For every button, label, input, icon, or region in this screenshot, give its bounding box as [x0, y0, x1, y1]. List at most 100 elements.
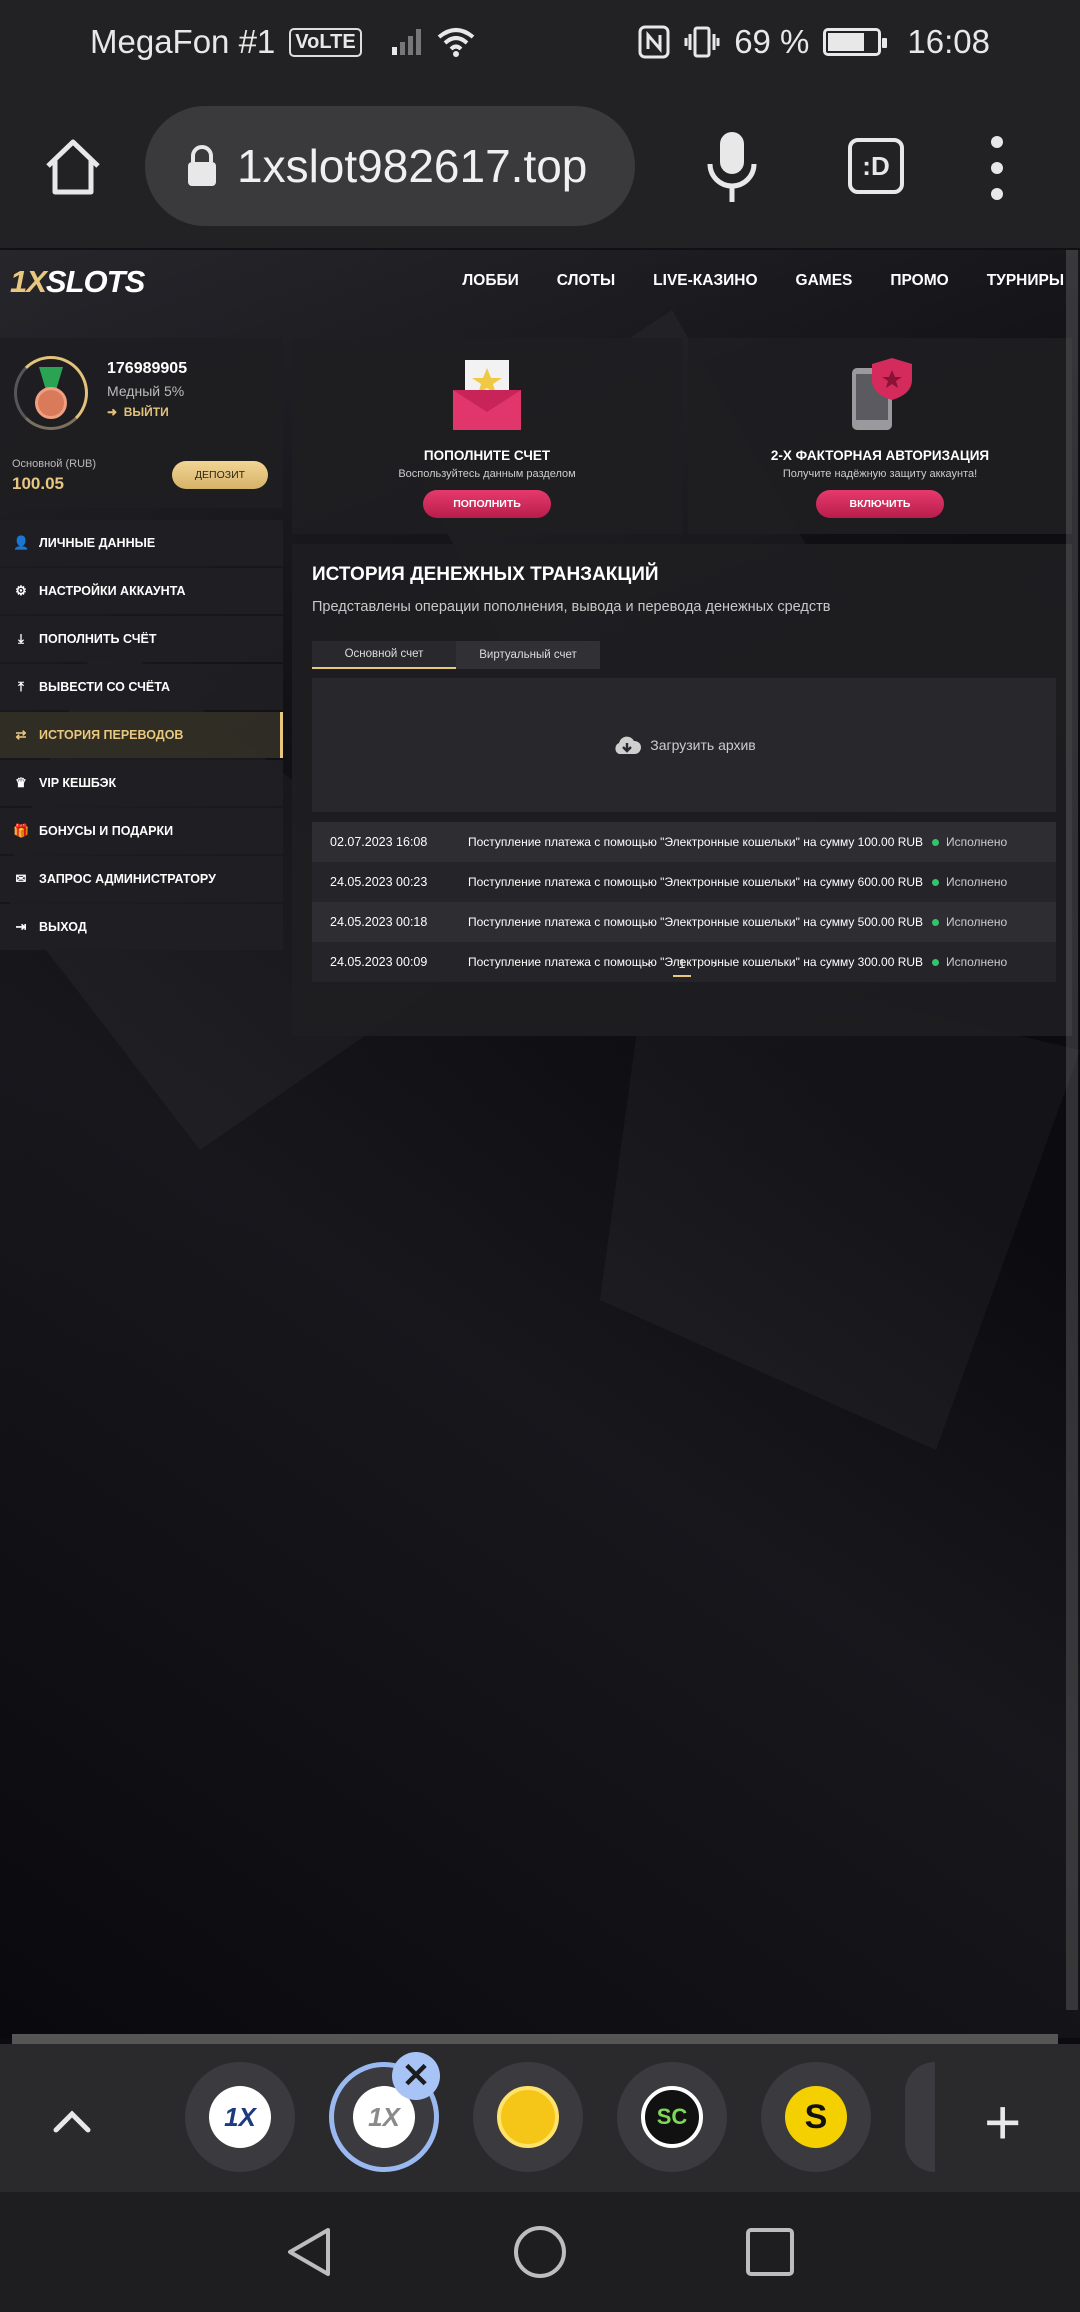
new-tab-button[interactable]: + [984, 2090, 1021, 2154]
enable-2fa-button[interactable]: ВКЛЮЧИТЬ [816, 490, 944, 518]
user-rank: Медный 5% [107, 383, 185, 399]
nav-slots[interactable]: СЛОТЫ [557, 272, 615, 290]
menu-item-admin-request[interactable]: ✉ ЗАПРОС АДМИНИСТРАТОРУ [0, 856, 283, 902]
menu-item-label: ИСТОРИЯ ПЕРЕВОДОВ [39, 728, 184, 742]
volte-badge: VoLTE [289, 27, 362, 57]
wifi-icon [437, 28, 474, 57]
tab-main-account[interactable]: Основной счет [312, 641, 456, 669]
tab-thumb-1x[interactable]: 1X [185, 2062, 295, 2172]
site-logo[interactable]: 1XSLOTS [10, 264, 145, 300]
menu-item-label: ЛИЧНЫЕ ДАННЫЕ [39, 536, 156, 550]
menu-item-label: ПОПОЛНИТЬ СЧЁТ [39, 632, 157, 646]
nfc-icon [638, 25, 670, 59]
nav-live-casino[interactable]: LIVE-КАЗИНО [653, 272, 757, 290]
deposit-card-subtitle: Воспользуйтесь данным разделом [398, 468, 576, 480]
two-factor-title: 2-Х ФАКТОРНАЯ АВТОРИЗАЦИЯ [770, 448, 990, 463]
signal-icon [391, 29, 421, 55]
menu-item-personal-data[interactable]: 👤 ЛИЧНЫЕ ДАННЫЕ [0, 520, 283, 566]
transaction-date: 02.07.2023 16:08 [330, 835, 428, 849]
menu-item-label: НАСТРОЙКИ АККАУНТА [39, 584, 186, 598]
history-title: ИСТОРИЯ ДЕНЕЖНЫХ ТРАНЗАКЦИЙ [312, 564, 659, 585]
url-text: 1xslot982617.top [237, 140, 588, 192]
vibrate-icon [684, 26, 720, 58]
table-row: 02.07.2023 16:08 Поступление платежа с п… [312, 822, 1056, 862]
crown-icon: ♛ [15, 775, 27, 790]
status-label: Исполнено [946, 875, 1008, 889]
page-scrollbar[interactable] [1066, 250, 1078, 2010]
battery-icon [823, 28, 888, 56]
upload-icon: ⤒ [18, 679, 24, 694]
s-tab-icon: S [785, 2086, 847, 2148]
two-factor-subtitle: Получите надёжную защиту аккаунта! [782, 468, 978, 480]
next-page-button[interactable]: › [713, 956, 717, 977]
deposit-button[interactable]: ДЕПОЗИТ [172, 461, 268, 489]
transaction-history-panel: ИСТОРИЯ ДЕНЕЖНЫХ ТРАНЗАКЦИЙ Представлены… [292, 544, 1072, 1036]
menu-item-account-settings[interactable]: ⚙ НАСТРОЙКИ АККАУНТА [0, 568, 283, 614]
tab-thumb-s[interactable]: S [761, 2062, 871, 2172]
download-icon: ⤓ [18, 631, 24, 646]
recent-apps-icon[interactable] [742, 2224, 798, 2280]
nav-tournaments[interactable]: ТУРНИРЫ [987, 272, 1064, 290]
transaction-description: Поступление платежа с помощью "Электронн… [468, 874, 924, 889]
home-circle-icon[interactable] [512, 2224, 568, 2280]
download-archive-button[interactable]: Загрузить архив [312, 678, 1056, 812]
status-label: Исполнено [946, 835, 1008, 849]
menu-item-transfer-history[interactable]: ⇄ ИСТОРИЯ ПЕРЕВОДОВ [0, 712, 283, 758]
tab-switcher-button[interactable]: :D [848, 138, 904, 194]
tab-thumb-partial[interactable] [905, 2062, 935, 2172]
nav-promo[interactable]: ПРОМО [890, 272, 948, 290]
transfer-icon: ⇄ [15, 727, 27, 742]
user-plus-icon: 👤 [13, 535, 30, 550]
menu-item-vip-cashback[interactable]: ♛ VIP КЕШБЭК [0, 760, 283, 806]
pagination: ‹ 1 › [292, 956, 1072, 977]
browser-tab-strip: 1X 1X ✕ SC S + [0, 2044, 1080, 2192]
tab-virtual-account[interactable]: Виртуальный счет [456, 641, 600, 669]
envelope-star-icon [453, 360, 521, 430]
envelope-icon: ✉ [15, 871, 27, 886]
sign-out-icon: ⇥ [15, 919, 27, 934]
logout-link[interactable]: ➜ ВЫЙТИ [107, 405, 169, 419]
status-label: Исполнено [946, 915, 1008, 929]
logout-label: ВЫЙТИ [123, 405, 169, 419]
menu-item-label: VIP КЕШБЭК [39, 776, 117, 790]
transaction-description: Поступление платежа с помощью "Электронн… [468, 914, 924, 929]
table-row: 24.05.2023 00:18 Поступление платежа с п… [312, 902, 1056, 942]
gears-icon: ⚙ [15, 583, 27, 598]
close-tab-icon[interactable]: ✕ [392, 2052, 440, 2100]
address-bar[interactable]: 1xslot982617.top [145, 106, 635, 226]
tab-thumb-sc[interactable]: SC [617, 2062, 727, 2172]
gift-icon: 🎁 [13, 823, 30, 838]
menu-item-label: ЗАПРОС АДМИНИСТРАТОРУ [39, 872, 216, 886]
transaction-date: 24.05.2023 00:18 [330, 915, 428, 929]
tab-thumb-yellow[interactable] [473, 2062, 583, 2172]
top-navigation: ЛОББИ СЛОТЫ LIVE-КАЗИНО GAMES ПРОМО ТУРН… [462, 272, 1064, 290]
menu-item-deposit[interactable]: ⤓ ПОПОЛНИТЬ СЧЁТ [0, 616, 283, 662]
horizontal-scrollbar[interactable] [12, 2034, 1058, 2044]
microphone-icon[interactable] [700, 128, 764, 208]
prev-page-button[interactable]: ‹ [647, 956, 651, 977]
screen: MegaFon #1 VoLTE 69 % 16:08 1xslot982617… [0, 0, 1080, 2312]
nav-games[interactable]: GAMES [796, 272, 853, 290]
nav-lobby[interactable]: ЛОББИ [462, 272, 518, 290]
cloud-download-icon [615, 736, 642, 754]
download-archive-label: Загрузить архив [650, 737, 756, 753]
phone-shield-icon [852, 358, 912, 430]
chevron-up-icon[interactable] [52, 2102, 92, 2142]
battery-percent: 69 % [734, 23, 810, 60]
browser-toolbar: 1xslot982617.top :D [0, 84, 1080, 250]
back-icon[interactable] [282, 2224, 338, 2280]
current-page[interactable]: 1 [673, 956, 691, 977]
deposit-card-title: ПОПОЛНИТЕ СЧЕТ [423, 448, 551, 463]
two-factor-card: 2-Х ФАКТОРНАЯ АВТОРИЗАЦИЯ Получите надёж… [688, 338, 1072, 534]
top-up-button[interactable]: ПОПОЛНИТЬ [423, 490, 551, 518]
more-menu-icon[interactable] [982, 136, 1012, 200]
menu-item-exit[interactable]: ⇥ ВЫХОД [0, 904, 283, 950]
menu-item-bonuses[interactable]: 🎁 БОНУСЫ И ПОДАРКИ [0, 808, 283, 854]
menu-item-label: ВЫХОД [39, 920, 87, 934]
home-icon[interactable] [40, 134, 106, 200]
balance-value: 100.05 [12, 474, 64, 493]
system-navigation-bar [0, 2192, 1080, 2312]
menu-item-label: ВЫВЕСТИ СО СЧЁТА [39, 680, 171, 694]
user-id: 176989905 [107, 360, 188, 377]
menu-item-withdraw[interactable]: ⤒ ВЫВЕСТИ СО СЧЁТА [0, 664, 283, 710]
